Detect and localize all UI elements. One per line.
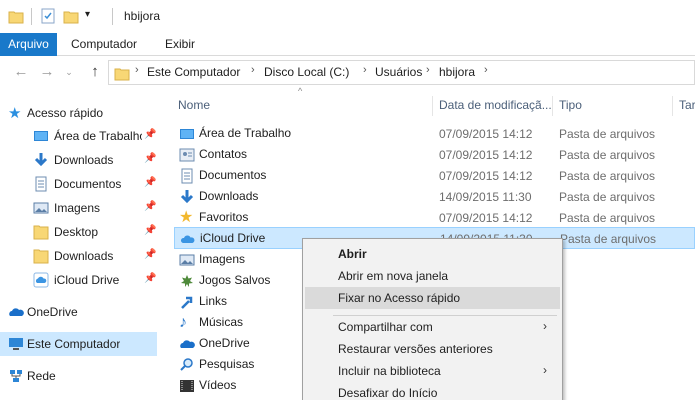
ribbon-tabs: Arquivo Computador Exibir (0, 33, 695, 56)
chevron-right-icon[interactable]: › (484, 64, 488, 76)
document-icon (181, 168, 193, 184)
menu-item-incluir-biblioteca[interactable]: Incluir na biblioteca › (305, 360, 560, 382)
column-header-type[interactable]: Tipo (559, 92, 582, 118)
chevron-right-icon[interactable]: › (251, 64, 255, 76)
tab-arquivo[interactable]: Arquivo (0, 33, 57, 56)
sidebar-item-icloud-drive[interactable]: iCloud Drive 📌 (0, 269, 157, 291)
image-icon (33, 202, 49, 214)
window-title: hbijora (124, 9, 161, 23)
games-icon (181, 275, 193, 287)
download-icon (180, 190, 194, 204)
pin-icon: 📌 (144, 201, 157, 212)
menu-item-restaurar-versoes[interactable]: Restaurar versões anteriores (305, 338, 560, 360)
desktop-icon (180, 129, 194, 139)
music-icon: ♪ (179, 314, 187, 331)
download-icon (34, 153, 48, 167)
sidebar-item-desktop[interactable]: Desktop 📌 (0, 221, 157, 243)
folder-icon (114, 68, 130, 81)
network-icon (10, 370, 22, 382)
breadcrumb-usuarios[interactable]: Usuários (375, 65, 422, 79)
desktop-icon (34, 131, 48, 141)
pin-icon: 📌 (144, 177, 157, 188)
navigation-pane: ★ Acesso rápido Área de Trabalho 📌 Downl… (0, 92, 160, 400)
pin-icon: 📌 (144, 129, 157, 140)
file-row[interactable]: Documentos 07/09/2015 14:12 Pasta de arq… (174, 165, 695, 186)
recent-locations-icon[interactable]: ⌄ (60, 63, 78, 81)
sort-ascending-icon: ^ (298, 86, 303, 96)
image-icon (179, 254, 195, 266)
column-separator[interactable] (552, 96, 553, 116)
sidebar-item-downloads[interactable]: Downloads 📌 (0, 149, 157, 171)
column-header-name[interactable]: Nome (178, 92, 210, 118)
context-menu: Abrir Abrir em nova janela Fixar no Aces… (302, 238, 563, 400)
properties-icon[interactable] (40, 8, 56, 24)
sidebar-item-imagens[interactable]: Imagens 📌 (0, 197, 157, 219)
contacts-icon (179, 148, 195, 162)
sidebar-item-documentos[interactable]: Documentos 📌 (0, 173, 157, 195)
icloud-icon (33, 272, 49, 288)
tab-exibir[interactable]: Exibir (157, 33, 203, 56)
pin-icon: 📌 (144, 153, 157, 164)
chevron-right-icon: › (543, 319, 547, 333)
file-row[interactable]: Área de Trabalho 07/09/2015 14:12 Pasta … (174, 123, 695, 144)
video-icon (180, 380, 194, 392)
chevron-right-icon[interactable]: › (426, 64, 430, 76)
computer-icon (9, 338, 23, 350)
pin-icon: 📌 (144, 273, 157, 284)
file-row[interactable]: ★ Favoritos 07/09/2015 14:12 Pasta de ar… (174, 207, 695, 228)
folder-icon (33, 225, 49, 240)
menu-item-desafixar-inicio[interactable]: Desafixar do Início (305, 382, 560, 400)
document-icon (35, 176, 47, 192)
chevron-right-icon[interactable]: › (135, 64, 139, 76)
chevron-right-icon[interactable]: › (363, 64, 367, 76)
pin-icon: 📌 (144, 225, 157, 236)
breadcrumb-hbijora[interactable]: hbijora (439, 65, 475, 79)
up-icon[interactable]: ↑ (86, 63, 104, 81)
folder-icon (8, 11, 24, 24)
sidebar-item-este-computador[interactable]: Este Computador (0, 332, 157, 356)
sidebar-item-downloads-folder[interactable]: Downloads 📌 (0, 245, 157, 267)
icloud-icon (180, 235, 195, 243)
file-row[interactable]: Downloads 14/09/2015 11:30 Pasta de arqu… (174, 186, 695, 207)
new-folder-icon[interactable] (63, 8, 79, 24)
sidebar-item-onedrive[interactable]: OneDrive (0, 301, 157, 323)
customize-toolbar-icon[interactable]: ▾ (85, 9, 90, 20)
menu-item-abrir[interactable]: Abrir (305, 243, 560, 265)
sidebar-item-rede[interactable]: Rede (0, 365, 157, 387)
sidebar-item-area-de-trabalho[interactable]: Área de Trabalho 📌 (0, 125, 157, 147)
menu-item-compartilhar-com[interactable]: Compartilhar com › (305, 316, 560, 338)
breadcrumb-disco-local[interactable]: Disco Local (C:) (264, 65, 349, 79)
sidebar-item-acesso-rapido[interactable]: ★ Acesso rápido (0, 102, 157, 124)
tab-computador[interactable]: Computador (63, 33, 145, 56)
star-icon: ★ (8, 105, 22, 122)
folder-icon (33, 249, 49, 264)
forward-icon[interactable]: → (38, 63, 56, 81)
title-bar: ▾ hbijora (0, 0, 695, 33)
menu-item-abrir-nova-janela[interactable]: Abrir em nova janela (305, 265, 560, 287)
onedrive-icon (180, 340, 195, 348)
menu-item-fixar-acesso-rapido[interactable]: Fixar no Acesso rápido (305, 287, 560, 309)
link-icon (181, 296, 193, 309)
title-separator (112, 8, 113, 25)
column-separator[interactable] (432, 96, 433, 116)
onedrive-icon (9, 308, 24, 316)
star-icon: ★ (179, 209, 194, 226)
address-bar[interactable]: › Este Computador › Disco Local (C:) › U… (108, 60, 695, 85)
column-header-date[interactable]: Data de modificaçã... (439, 92, 552, 118)
quick-access-separator (31, 8, 32, 25)
pin-icon: 📌 (144, 249, 157, 260)
chevron-right-icon: › (543, 363, 547, 377)
search-icon (180, 358, 193, 371)
column-separator[interactable] (672, 96, 673, 116)
column-header-size[interactable]: Tar (679, 92, 695, 118)
back-icon[interactable]: ← (12, 63, 30, 81)
file-row[interactable]: Contatos 07/09/2015 14:12 Pasta de arqui… (174, 144, 695, 165)
breadcrumb-este-computador[interactable]: Este Computador (147, 65, 240, 79)
